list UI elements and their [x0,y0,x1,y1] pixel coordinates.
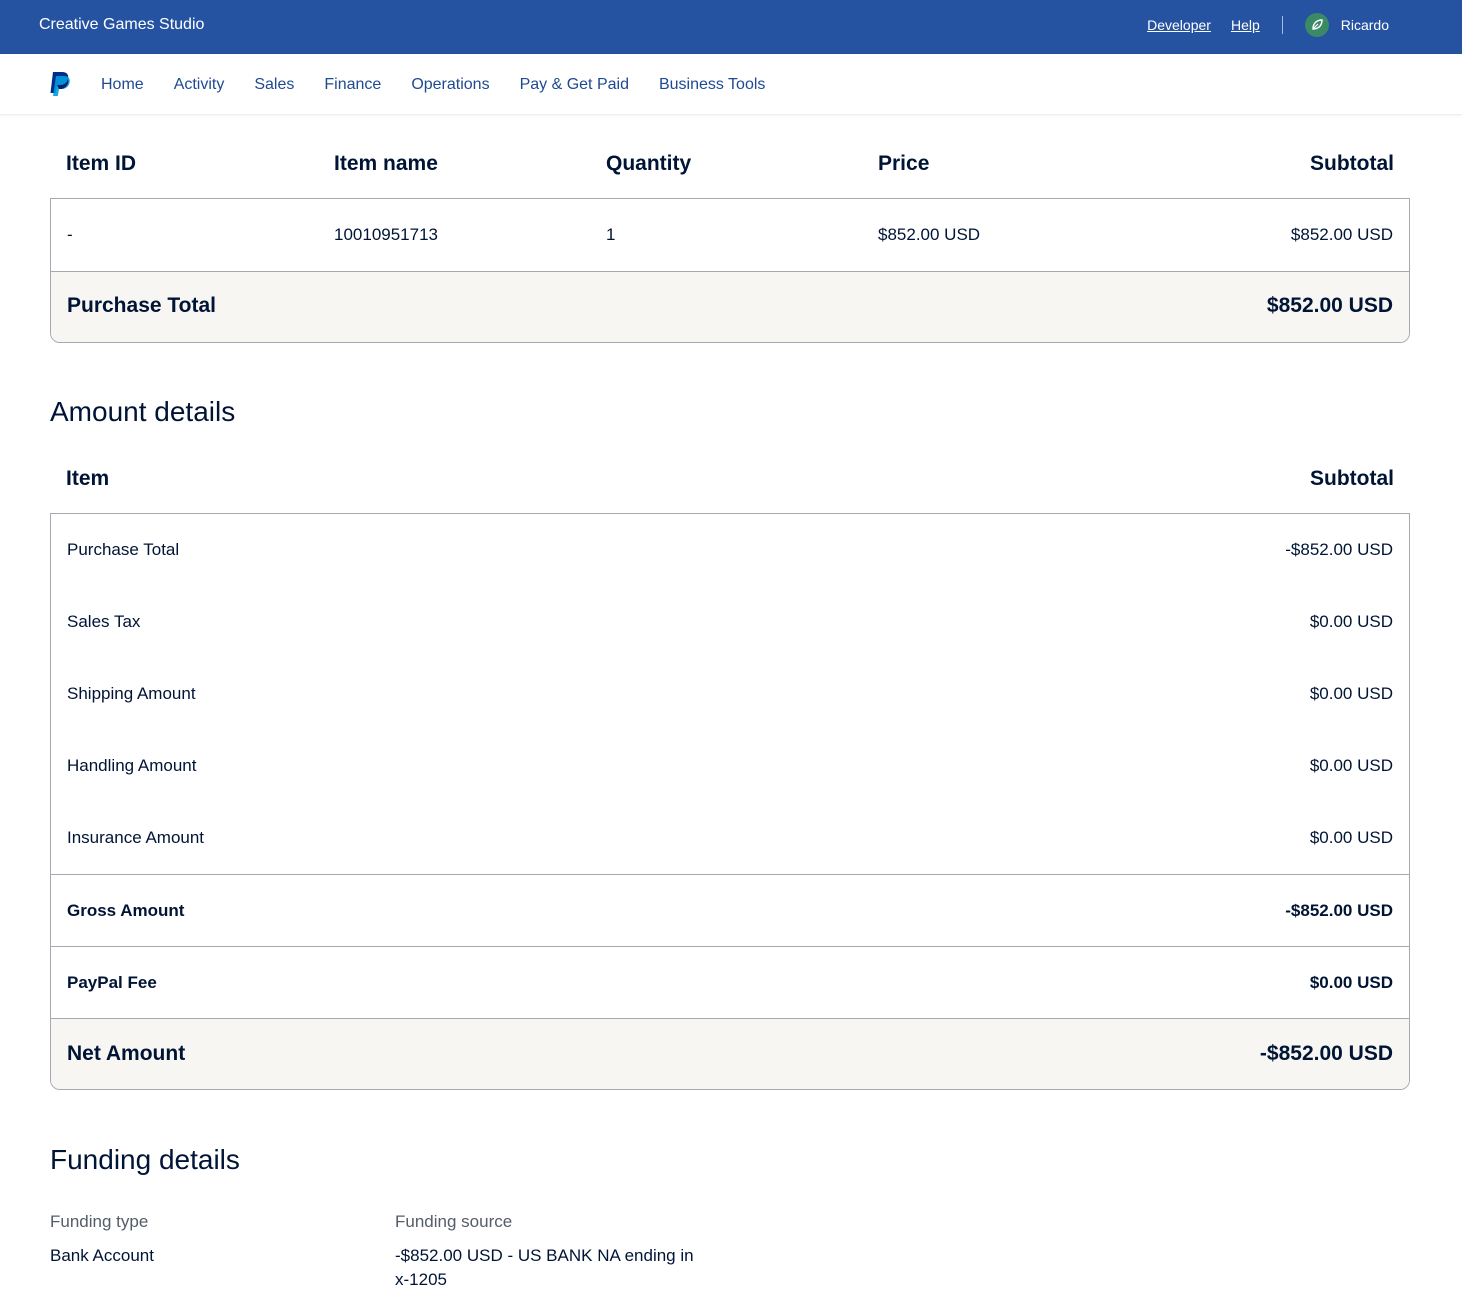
amount-table-header: Item Subtotal [50,455,1410,513]
header-item-id: Item ID [66,152,137,175]
main-nav: Home Activity Sales Finance Operations P… [0,54,1462,115]
header-quantity: Quantity [606,152,692,175]
gross-amount-label: Gross Amount [67,901,185,920]
purchase-total-row: Purchase Total $852.00 USD [51,272,1409,342]
amount-row-fee: PayPal Fee $0.00 USD [51,946,1409,1018]
amount-details-title: Amount details [50,396,236,427]
nav-items: Home Activity Sales Finance Operations P… [101,76,795,94]
top-links: Developer Help Ricardo [1147,12,1389,38]
row-value: $0.00 USD [1309,612,1393,631]
cell-price: $852.00 USD [878,225,981,244]
net-amount-value: -$852.00 USD [1259,1042,1393,1065]
table-row: - 10010951713 1 $852.00 USD $852.00 USD [51,199,1409,272]
user-name[interactable]: Ricardo [1341,17,1389,33]
purchase-total-label: Purchase Total [67,294,216,317]
amount-row-gross: Gross Amount -$852.00 USD [51,874,1409,946]
leaf-icon [1312,19,1323,30]
amount-row-purchase-total: Purchase Total -$852.00 USD [51,514,1409,586]
top-bar: Creative Games Studio Developer Help Ric… [0,0,1462,54]
cell-quantity: 1 [606,225,616,244]
funding-type-label: Funding type [50,1212,149,1231]
row-value: -$852.00 USD [1285,540,1393,559]
items-table: - 10010951713 1 $852.00 USD $852.00 USD … [50,198,1410,343]
developer-link[interactable]: Developer [1147,17,1211,33]
header-item-name: Item name [334,152,438,175]
items-table-header: Item ID Item name Quantity Price Subtota… [50,140,1410,198]
purchase-total-value: $852.00 USD [1266,294,1393,317]
help-link[interactable]: Help [1231,17,1260,33]
header-item: Item [66,467,110,490]
amount-row-shipping: Shipping Amount $0.00 USD [51,658,1409,730]
row-label: Insurance Amount [67,828,205,847]
amount-row-net: Net Amount -$852.00 USD [51,1018,1409,1089]
nav-pay-get-paid[interactable]: Pay & Get Paid [520,76,629,94]
row-value: $0.00 USD [1309,756,1393,775]
row-value: $0.00 USD [1309,828,1393,847]
nav-business-tools[interactable]: Business Tools [659,76,765,94]
paypal-fee-value: $0.00 USD [1309,973,1393,992]
nav-finance[interactable]: Finance [324,76,381,94]
nav-sales[interactable]: Sales [254,76,294,94]
paypal-fee-label: PayPal Fee [67,973,157,992]
funding-source-label: Funding source [395,1212,513,1231]
funding-source-line: -$852.00 USD - US BANK NA ending in [395,1246,694,1265]
row-label: Purchase Total [67,540,180,559]
business-name: Creative Games Studio [39,16,205,33]
cell-item-id: - [67,225,73,244]
nav-activity[interactable]: Activity [174,76,225,94]
nav-operations[interactable]: Operations [411,76,489,94]
funding-details-title: Funding details [50,1144,240,1175]
header-subtotal: Subtotal [1310,152,1394,175]
row-label: Shipping Amount [67,684,196,703]
row-label: Handling Amount [67,756,197,775]
funding-source-value: -$852.00 USD - US BANK NA ending in x-12… [395,1244,755,1292]
nav-home[interactable]: Home [101,76,144,94]
cell-item-name: 10010951713 [334,225,439,244]
row-label: Sales Tax [67,612,141,631]
amount-row-insurance: Insurance Amount $0.00 USD [51,802,1409,874]
paypal-logo-icon[interactable] [49,71,71,97]
net-amount-label: Net Amount [67,1042,186,1065]
avatar[interactable] [1304,13,1329,37]
top-divider [1281,16,1283,34]
funding-type-value: Bank Account [50,1246,154,1265]
row-value: $0.00 USD [1309,684,1393,703]
header-subtotal: Subtotal [1310,467,1394,490]
amount-row-handling: Handling Amount $0.00 USD [51,730,1409,802]
gross-amount-value: -$852.00 USD [1285,901,1393,920]
cell-subtotal: $852.00 USD [1290,225,1393,244]
header-price: Price [878,152,930,175]
amount-table: Purchase Total -$852.00 USD Sales Tax $0… [50,513,1410,1090]
amount-row-sales-tax: Sales Tax $0.00 USD [51,586,1409,658]
funding-source-line: x-1205 [395,1270,447,1289]
